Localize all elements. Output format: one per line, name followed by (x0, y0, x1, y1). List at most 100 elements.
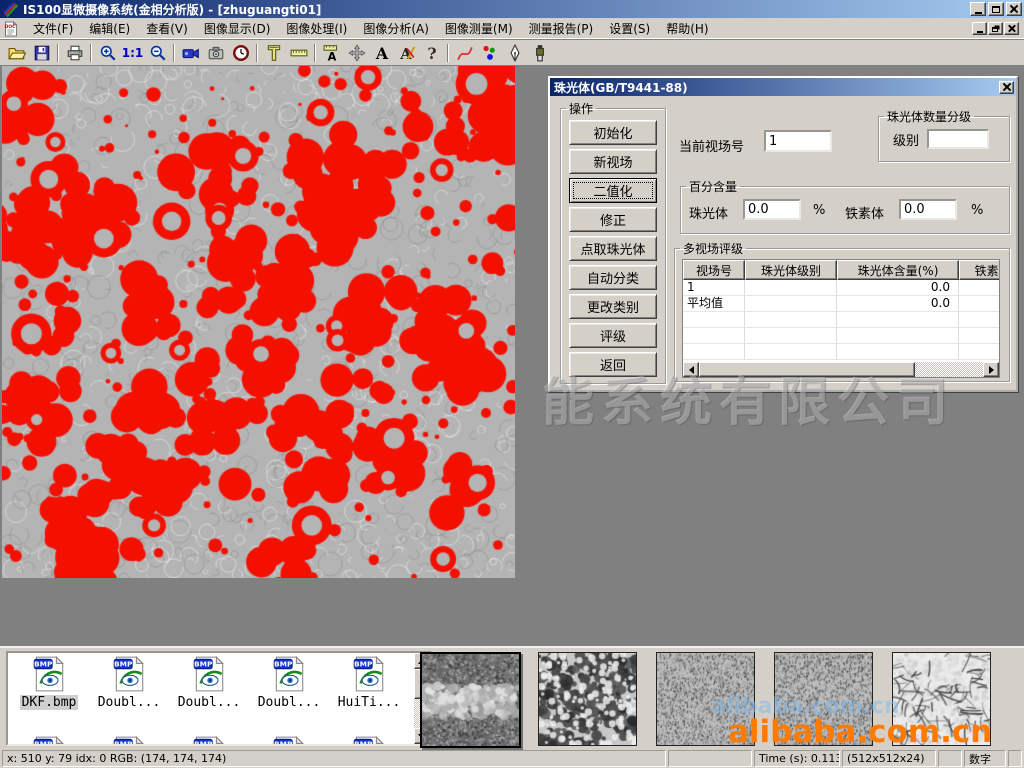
table-row-empty (683, 328, 999, 344)
caliper-icon (265, 44, 283, 62)
file-item-partial[interactable]: BMP (329, 735, 409, 746)
close-button[interactable] (1006, 2, 1022, 16)
bmp-file-icon: BMP (32, 655, 66, 693)
dialog-title: 珠光体(GB/T9441-88) (554, 79, 999, 96)
brush-tool-button[interactable] (527, 42, 552, 64)
document-icon[interactable]: DOC (3, 21, 19, 36)
status-bar: x: 510 y: 79 idx: 0 RGB: (174, 174, 174)… (0, 748, 1024, 768)
table-cell (745, 312, 837, 328)
ferrite-percent-input[interactable] (899, 199, 957, 220)
mdi-restore-button[interactable] (988, 22, 1003, 35)
scrollbar-track[interactable] (915, 362, 983, 377)
file-item[interactable]: BMPHuiTi... (329, 655, 409, 735)
scroll-right-button[interactable] (983, 362, 999, 377)
pearlite-unit: % (813, 203, 825, 218)
multi-field-group: 多视场评级 视场号珠光体级别珠光体含量(%)铁素体含量(%) 10.0平均值0.… (674, 240, 1010, 382)
menu-item-6[interactable]: 图像分析(A) (355, 18, 437, 39)
menu-item-9[interactable]: 设置(S) (601, 18, 658, 39)
menu-item-4[interactable]: 图像显示(D) (196, 18, 279, 39)
column-header-4[interactable]: 铁素体含量(%) (959, 260, 1000, 280)
mdi-minimize-icon (977, 31, 983, 33)
thumbnail-image-5[interactable] (892, 652, 991, 746)
bmp-file-icon: BMP (352, 735, 386, 746)
thumbnail-image-2[interactable] (538, 652, 637, 746)
window-title: IS100显微摄像系统(金相分析版) - [zhuguangti01] (23, 1, 970, 18)
current-field-input[interactable] (764, 130, 832, 152)
scroll-left-button[interactable] (683, 362, 699, 377)
op-button-4[interactable]: 修正 (569, 207, 657, 232)
file-item-partial[interactable]: BMP (249, 735, 329, 746)
file-item[interactable]: BMPDKF.bmp (9, 655, 89, 735)
file-item-partial[interactable]: BMP (9, 735, 89, 746)
menu-item-8[interactable]: 测量报告(P) (521, 18, 602, 39)
zoom-out-button[interactable] (145, 42, 170, 64)
toolbar-separator (314, 44, 316, 62)
percent-group-label: 百分含量 (686, 178, 740, 195)
print-button[interactable] (62, 42, 87, 64)
menu-item-3[interactable]: 查看(V) (138, 18, 196, 39)
level-input[interactable] (927, 129, 989, 149)
file-item[interactable]: BMPDoubl... (89, 655, 169, 735)
maximize-button[interactable] (988, 2, 1004, 16)
mdi-close-button[interactable] (1004, 22, 1019, 35)
snapshot-button[interactable] (203, 42, 228, 64)
help-button[interactable] (419, 42, 444, 64)
micrograph-image[interactable] (2, 66, 515, 578)
menu-item-5[interactable]: 图像处理(I) (278, 18, 355, 39)
dialog-close-button[interactable] (999, 81, 1014, 94)
actual-size-button[interactable]: 1:1 (120, 42, 145, 64)
timer-button[interactable] (228, 42, 253, 64)
thumbnail-image-1[interactable] (420, 652, 521, 748)
file-item[interactable]: BMPDoubl... (249, 655, 329, 735)
op-button-3[interactable]: 二值化 (569, 178, 657, 203)
op-button-1[interactable]: 初始化 (569, 120, 657, 145)
save-file-button[interactable] (29, 42, 54, 64)
curve-tool-button[interactable] (452, 42, 477, 64)
column-header-2[interactable]: 珠光体级别 (745, 260, 837, 280)
app-icon (3, 2, 19, 17)
scrollbar-thumb[interactable] (699, 362, 915, 377)
op-button-7[interactable]: 更改类别 (569, 294, 657, 319)
thumbnail-image-3[interactable] (656, 652, 755, 746)
menu-item-2[interactable]: 编辑(E) (81, 18, 138, 39)
menu-item-1[interactable]: 文件(F) (25, 18, 81, 39)
menu-item-10[interactable]: 帮助(H) (658, 18, 716, 39)
mode-status: 数字 (964, 750, 1006, 767)
video-capture-button[interactable] (178, 42, 203, 64)
title-bar: IS100显微摄像系统(金相分析版) - [zhuguangti01] (0, 0, 1024, 18)
op-button-5[interactable]: 点取珠光体 (569, 236, 657, 261)
measure-label-button[interactable] (319, 42, 344, 64)
table-cell (745, 328, 837, 344)
pearlite-label: 珠光体 (689, 203, 728, 222)
file-item-partial[interactable]: BMP (169, 735, 249, 746)
ferrite-unit: % (971, 203, 983, 218)
mdi-minimize-button[interactable] (972, 22, 987, 35)
count-points-tool-button[interactable] (477, 42, 502, 64)
table-row[interactable]: 10.0 (683, 280, 999, 296)
pen-tool-button[interactable] (502, 42, 527, 64)
menu-item-7[interactable]: 图像测量(M) (437, 18, 521, 39)
op-button-8[interactable]: 评级 (569, 323, 657, 348)
dialog-title-bar[interactable]: 珠光体(GB/T9441-88) (550, 78, 1016, 96)
column-header-1[interactable]: 视场号 (683, 260, 745, 280)
op-button-6[interactable]: 自动分类 (569, 265, 657, 290)
file-item-partial[interactable]: BMP (89, 735, 169, 746)
ruler-measure-button[interactable] (286, 42, 311, 64)
time-status: Time (s): 0.113 (754, 750, 840, 767)
move-tool-button[interactable] (344, 42, 369, 64)
caliper-measure-button[interactable] (261, 42, 286, 64)
table-row[interactable]: 平均值0.0 (683, 296, 999, 312)
zoom-in-button[interactable] (95, 42, 120, 64)
op-button-9[interactable]: 返回 (569, 352, 657, 377)
column-header-3[interactable]: 珠光体含量(%) (837, 260, 959, 280)
move-cross-icon (348, 44, 366, 62)
op-button-2[interactable]: 新视场 (569, 149, 657, 174)
minimize-button[interactable] (970, 2, 986, 16)
toolbar-separator (447, 44, 449, 62)
open-file-button[interactable] (4, 42, 29, 64)
text-tool-button[interactable] (369, 42, 394, 64)
file-item[interactable]: BMPDoubl... (169, 655, 249, 735)
thumbnail-image-4[interactable] (774, 652, 873, 746)
pearlite-percent-input[interactable] (743, 199, 801, 220)
delete-text-tool-button[interactable] (394, 42, 419, 64)
